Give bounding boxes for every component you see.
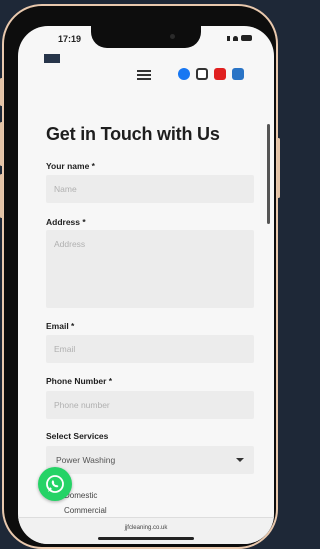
side-button: [277, 138, 280, 198]
phone-label: Phone Number *: [46, 376, 113, 386]
site-logo[interactable]: [44, 54, 60, 63]
address-field[interactable]: Address: [46, 230, 254, 308]
phone-field[interactable]: Phone number: [46, 391, 254, 419]
phone-screen: 17:19 Get in Touch with Us Your name * N…: [18, 26, 274, 544]
youtube-icon[interactable]: [214, 68, 226, 80]
form-title: Get in Touch with Us: [46, 124, 220, 144]
services-select[interactable]: Power Washing: [46, 446, 254, 474]
phone-frame: 17:19 Get in Touch with Us Your name * N…: [0, 6, 280, 547]
status-icons: [227, 35, 252, 41]
email-field[interactable]: Email: [46, 335, 254, 363]
services-selected: Power Washing: [56, 455, 116, 465]
wifi-icon: [233, 35, 238, 41]
address-label: Address *: [46, 217, 86, 227]
name-label: Your name *: [46, 161, 95, 171]
home-indicator[interactable]: [98, 537, 194, 540]
signal-icon: [227, 35, 230, 41]
linkedin-icon[interactable]: [232, 68, 244, 80]
email-label: Email *: [46, 321, 75, 331]
service-option[interactable]: Commercial: [64, 506, 107, 515]
side-button: [0, 78, 3, 106]
hamburger-icon[interactable]: [137, 70, 151, 80]
url-text: jjfcleaning.co.uk: [124, 525, 168, 531]
whatsapp-button[interactable]: [38, 467, 72, 501]
scrollbar[interactable]: [267, 124, 270, 224]
instagram-icon[interactable]: [196, 68, 208, 80]
status-time: 17:19: [58, 34, 82, 44]
whatsapp-icon: [46, 475, 64, 493]
side-button: [0, 174, 3, 218]
social-links: [178, 68, 244, 80]
battery-icon: [241, 35, 252, 41]
notch: [91, 26, 201, 48]
name-field[interactable]: Name: [46, 175, 254, 203]
camera-dot: [170, 34, 175, 39]
browser-url-bar[interactable]: jjfcleaning.co.uk: [18, 517, 274, 544]
side-button: [0, 122, 3, 166]
chevron-down-icon: [236, 458, 244, 462]
services-label: Select Services: [46, 431, 109, 441]
facebook-icon[interactable]: [178, 68, 190, 80]
